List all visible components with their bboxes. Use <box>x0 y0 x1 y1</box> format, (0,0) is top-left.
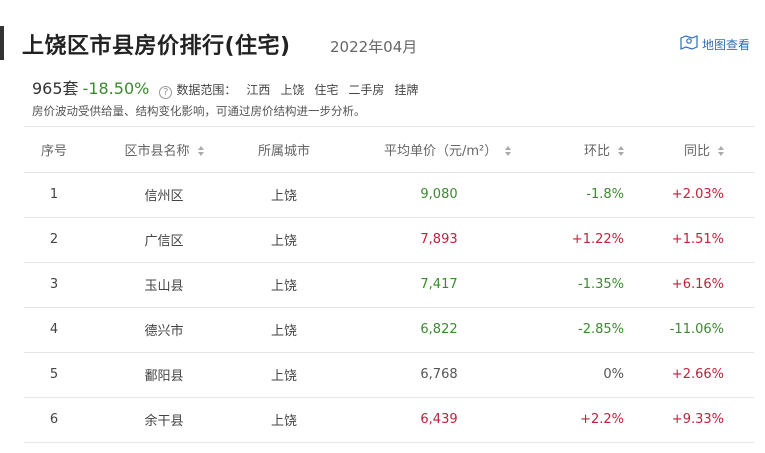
yoy-cell: +2.66% <box>654 352 754 398</box>
yoy-cell: +9.33% <box>654 397 754 443</box>
sort-icon[interactable] <box>505 146 512 157</box>
price-cell: 7,417 <box>324 262 524 308</box>
scope-item: 住宅 <box>314 83 339 97</box>
yoy-cell: +1.51% <box>654 217 754 263</box>
listing-count: 965套 <box>32 79 79 98</box>
table-row[interactable]: 6 余干县 上饶 6,439 +2.2% +9.33% <box>24 397 754 443</box>
city-cell: 上饶 <box>244 352 324 398</box>
title-accent-bar <box>0 26 4 60</box>
sort-icon[interactable] <box>618 146 624 157</box>
data-scope: 数据范围： 江西 上饶 住宅 二手房 挂牌 <box>176 81 428 98</box>
col-header-yoy[interactable]: 同比 <box>654 127 754 173</box>
table-row[interactable]: 5 鄱阳县 上饶 6,768 0% +2.66% <box>24 352 754 398</box>
col-header-price[interactable]: 平均单价（元/m²） <box>324 127 524 173</box>
district-cell[interactable]: 余干县 <box>84 397 244 443</box>
map-pin-icon <box>680 34 698 54</box>
scope-item: 江西 <box>246 83 271 97</box>
rank-cell: 6 <box>24 397 84 443</box>
mom-cell: -1.35% <box>524 262 654 308</box>
map-view-link[interactable]: 地图查看 <box>680 34 750 54</box>
sort-icon[interactable] <box>197 146 204 157</box>
price-cell: 9,080 <box>324 172 524 218</box>
table-row[interactable]: 4 德兴市 上饶 6,822 -2.85% -11.06% <box>24 307 754 353</box>
city-cell: 上饶 <box>244 307 324 353</box>
city-cell: 上饶 <box>244 217 324 263</box>
rank-cell: 5 <box>24 352 84 398</box>
scope-item: 二手房 <box>348 83 385 97</box>
yoy-cell: -11.06% <box>654 307 754 353</box>
price-cell: 7,893 <box>324 217 524 263</box>
scope-item: 挂牌 <box>394 83 419 97</box>
scope-item: 上饶 <box>280 83 305 97</box>
rank-cell: 2 <box>24 217 84 263</box>
yoy-cell: +6.16% <box>654 262 754 308</box>
mom-cell: -2.85% <box>524 307 654 353</box>
yoy-cell: +2.03% <box>654 172 754 218</box>
col-header-mom[interactable]: 环比 <box>524 127 654 173</box>
district-cell[interactable]: 鄱阳县 <box>84 352 244 398</box>
scope-label: 数据范围： <box>176 83 237 97</box>
table-row[interactable]: 3 玉山县 上饶 7,417 -1.35% +6.16% <box>24 262 754 308</box>
table-header-row: 序号 区市县名称 所属城市 平均单价（元/m²） 环比 同比 <box>24 127 754 173</box>
table-row[interactable]: 1 信州区 上饶 9,080 -1.8% +2.03% <box>24 172 754 218</box>
table-row[interactable]: 2 广信区 上饶 7,893 +1.22% +1.51% <box>24 217 754 263</box>
district-cell[interactable]: 玉山县 <box>84 262 244 308</box>
price-note: 房价波动受供给量、结构变化影响，可通过房价结构进一步分析。 <box>32 104 366 118</box>
overall-change: -18.50% <box>82 79 150 98</box>
district-cell[interactable]: 德兴市 <box>84 307 244 353</box>
price-cell: 6,768 <box>324 352 524 398</box>
map-view-label: 地图查看 <box>702 37 751 52</box>
price-cell: 6,439 <box>324 397 524 443</box>
period-date: 2022年04月 <box>330 38 418 56</box>
col-header-city: 所属城市 <box>244 127 324 173</box>
sort-icon[interactable] <box>718 146 724 157</box>
district-cell[interactable]: 广信区 <box>84 217 244 263</box>
ranking-table: 序号 区市县名称 所属城市 平均单价（元/m²） 环比 同比 1 信州区 上饶 9,0… <box>24 127 754 443</box>
rank-cell: 3 <box>24 262 84 308</box>
mom-cell: -1.8% <box>524 172 654 218</box>
col-header-rank: 序号 <box>24 127 84 173</box>
col-header-district[interactable]: 区市县名称 <box>84 127 244 173</box>
help-icon[interactable]: ? <box>159 86 173 99</box>
price-cell: 6,822 <box>324 307 524 353</box>
city-cell: 上饶 <box>244 172 324 218</box>
page-title: 上饶区市县房价排行(住宅) <box>22 34 291 59</box>
district-cell[interactable]: 信州区 <box>84 172 244 218</box>
mom-cell: +1.22% <box>524 217 654 263</box>
mom-cell: 0% <box>524 352 654 398</box>
city-cell: 上饶 <box>244 397 324 443</box>
rank-cell: 1 <box>24 172 84 218</box>
summary-line: 965套 -18.50% ? 数据范围： 江西 上饶 住宅 二手房 挂牌 <box>32 75 428 99</box>
rank-cell: 4 <box>24 307 84 353</box>
mom-cell: +2.2% <box>524 397 654 443</box>
city-cell: 上饶 <box>244 262 324 308</box>
